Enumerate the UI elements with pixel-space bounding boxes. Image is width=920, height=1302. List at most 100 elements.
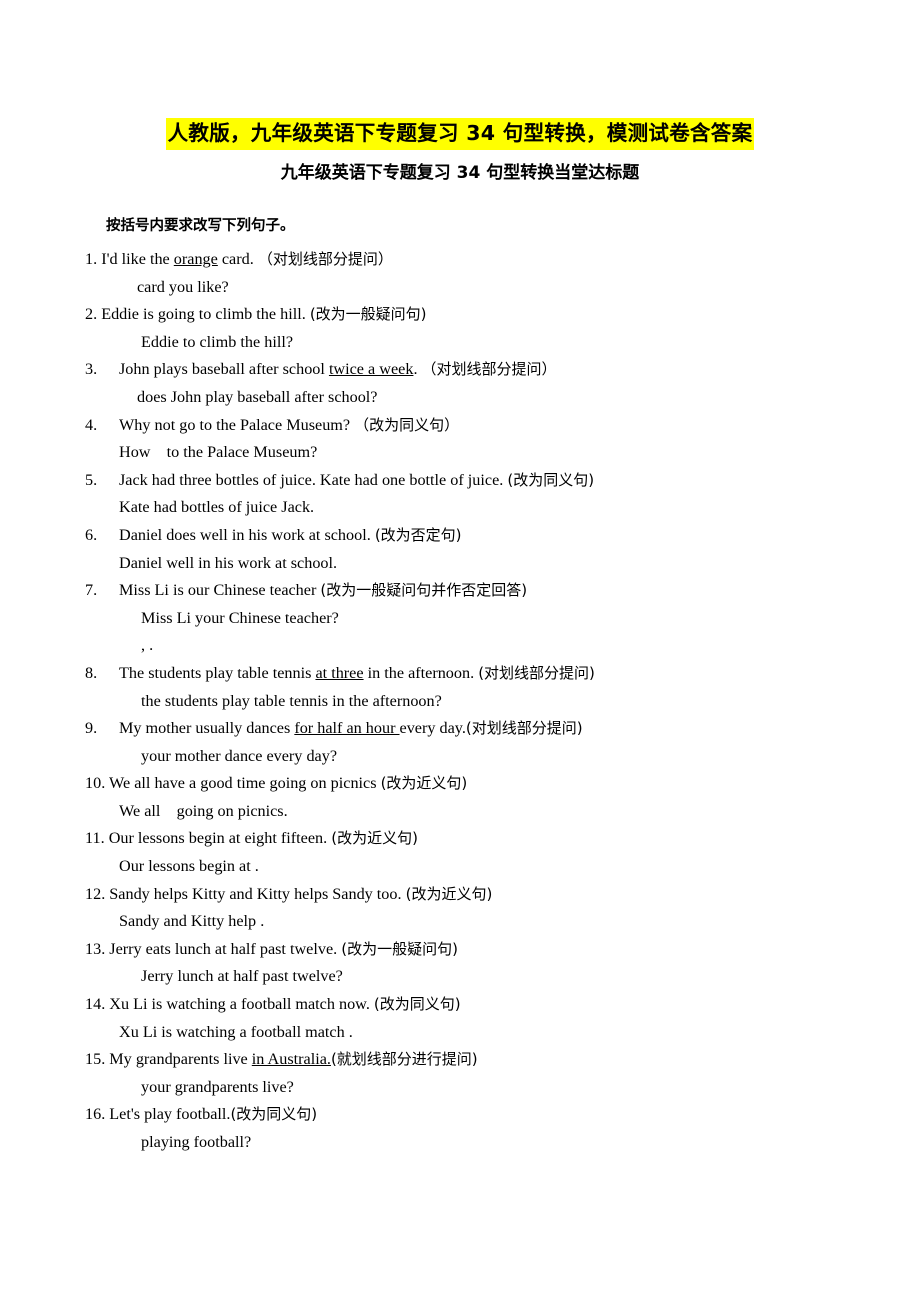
question-text-14: Xu Li is watching a football match now. xyxy=(109,995,374,1014)
answer-line-16: playing football? xyxy=(85,1129,875,1157)
answer-line-10: We all going on picnics. xyxy=(85,798,875,826)
subtitle-container: 九年级英语下专题复习 34 句型转换当堂达标题 xyxy=(0,161,920,185)
question-text-13: Jerry eats lunch at half past twelve. xyxy=(109,939,342,958)
answer-punct-7a: , xyxy=(141,636,146,655)
title-container: 人教版，九年级英语下专题复习 34 句型转换，模测试卷含答案 xyxy=(0,118,920,150)
question-text-4: Why not go to the Palace Museum? xyxy=(119,415,351,434)
question-number-15: 15. xyxy=(85,1050,106,1069)
answer-text-7: Miss Li your Chinese teacher? xyxy=(141,608,339,627)
answer-text-11a: Our lessons begin at xyxy=(119,857,251,876)
question-underlined-1: orange xyxy=(173,250,218,268)
answer-text-10b: going on picnics. xyxy=(176,801,288,820)
answer-text-14b: . xyxy=(348,1022,353,1041)
question-underlined-15: in Australia. xyxy=(251,1050,331,1069)
answer-line-1: card you like? xyxy=(85,274,875,302)
answer-text-15: your grandparents live? xyxy=(141,1077,294,1096)
answer-text-3: does John play baseball after school? xyxy=(137,387,378,406)
question-text-3a: John plays baseball after school xyxy=(119,360,329,379)
answer-line-2: Eddie to climb the hill? xyxy=(85,329,875,357)
question-text-9a: My mother usually dances xyxy=(119,719,295,738)
question-number-1: 1. xyxy=(85,250,98,268)
answer-text-2b: to climb the hill? xyxy=(182,332,294,351)
question-number-16: 16. xyxy=(85,1105,106,1124)
page-title: 人教版，九年级英语下专题复习 34 句型转换，模测试卷含答案 xyxy=(165,118,755,150)
answer-text-6b: well in his work at school. xyxy=(166,553,338,572)
question-stem-2: 2. Eddie is going to climb the hill. (改为… xyxy=(85,301,875,329)
answer-text-10a: We all xyxy=(119,801,161,820)
question-note-4: （改为同义句） xyxy=(354,415,460,434)
question-note-10: (改为近义句) xyxy=(380,774,468,793)
question-text-1a: I'd like the xyxy=(101,250,174,268)
question-text-6: Daniel does well in his work at school. xyxy=(119,525,371,544)
question-note-8: (对划线部分提问) xyxy=(478,663,595,682)
question-stem-8: 8. The students play table tennis at thre… xyxy=(85,660,875,688)
answer-line-11: Our lessons begin at . xyxy=(85,853,875,881)
question-note-12: (改为近义句) xyxy=(405,884,493,903)
question-text-2: Eddie is going to climb the hill. xyxy=(101,305,306,324)
answer-text-16: playing football? xyxy=(141,1133,252,1151)
question-note-16: (改为同义句) xyxy=(230,1105,318,1124)
question-number-4: 4. xyxy=(85,415,98,434)
instruction-heading: 按括号内要求改写下列句子。 xyxy=(106,218,295,234)
answer-line-4: How to the Palace Museum? xyxy=(85,439,875,467)
answer-line-14: Xu Li is watching a football match . xyxy=(85,1019,875,1047)
question-text-8a: The students play table tennis xyxy=(119,663,316,682)
document-page: 人教版，九年级英语下专题复习 34 句型转换，模测试卷含答案 九年级英语下专题复… xyxy=(0,0,920,1302)
question-number-6: 6. xyxy=(85,525,98,544)
questions-list: 1. I'd like the orange card. （对划线部分提问） c… xyxy=(85,246,875,1157)
question-text-1b: card. xyxy=(217,250,254,268)
answer-text-12a: Sandy and Kitty help xyxy=(119,912,257,931)
answer-line-15: your grandparents live? xyxy=(85,1074,875,1102)
answer-text-4b: to the Palace Museum? xyxy=(166,443,318,462)
question-number-5: 5. xyxy=(85,470,98,489)
question-note-7: (改为一般疑问句并作否定回答) xyxy=(320,581,528,600)
question-stem-4: 4. Why not go to the Palace Museum? （改为同义… xyxy=(85,412,875,440)
answer-line-8: the students play table tennis in the af… xyxy=(85,688,875,716)
answer-text-4a: How xyxy=(119,443,151,462)
answer-text-5c: Jack. xyxy=(281,498,315,517)
question-stem-14: 14. Xu Li is watching a football match n… xyxy=(85,991,875,1019)
question-text-7: Miss Li is our Chinese teacher xyxy=(119,581,321,600)
question-number-9: 9. xyxy=(85,719,98,738)
question-text-12: Sandy helps Kitty and Kitty helps Sandy … xyxy=(109,884,406,903)
question-number-11: 11. xyxy=(85,829,105,848)
answer-line-7a: Miss Li your Chinese teacher? xyxy=(85,605,875,633)
answer-text-13a: Jerry xyxy=(141,967,174,986)
answer-line-5: Kate had bottles of juice Jack. xyxy=(85,494,875,522)
question-stem-7: 7. Miss Li is our Chinese teacher (改为一般疑问… xyxy=(85,577,875,605)
answer-text-12b: . xyxy=(260,912,265,931)
answer-text-6a: Daniel xyxy=(119,553,163,572)
answer-text-5a: Kate had xyxy=(119,498,177,517)
question-stem-13: 13. Jerry eats lunch at half past twelve… xyxy=(85,936,875,964)
question-note-11: (改为近义句) xyxy=(331,829,418,848)
answer-text-1a: card xyxy=(137,277,165,296)
question-text-3b: . xyxy=(413,360,418,379)
question-stem-1: 1. I'd like the orange card. （对划线部分提问） xyxy=(85,246,875,274)
question-note-9: (对划线部分提问) xyxy=(465,719,583,738)
question-underlined-9: for half an hour xyxy=(294,719,400,738)
question-stem-5: 5. Jack had three bottles of juice. Kate … xyxy=(85,467,875,495)
question-number-3: 3. xyxy=(85,360,98,379)
question-stem-12: 12. Sandy helps Kitty and Kitty helps Sa… xyxy=(85,881,875,909)
question-underlined-8: at three xyxy=(315,663,364,682)
question-stem-6: 6. Daniel does well in his work at school… xyxy=(85,522,875,550)
question-note-3: （对划线部分提问） xyxy=(421,360,557,379)
answer-line-3: does John play baseball after school? xyxy=(85,384,875,412)
question-note-2: (改为一般疑问句) xyxy=(309,305,427,324)
question-number-14: 14. xyxy=(85,995,106,1014)
question-stem-9: 9. My mother usually dances for half an h… xyxy=(85,715,875,743)
answer-text-14a: Xu Li is watching a football match xyxy=(119,1022,345,1041)
answer-text-1b: you like? xyxy=(168,277,229,296)
answer-text-11b: . xyxy=(254,857,259,876)
answer-text-8: the students play table tennis in the af… xyxy=(141,691,442,710)
answer-line-9: your mother dance every day? xyxy=(85,743,875,771)
question-text-8b: in the afternoon. xyxy=(363,663,475,682)
answer-line-7b: , . xyxy=(85,632,875,660)
answer-text-13b: lunch at half past twelve? xyxy=(177,967,343,986)
answer-text-5b: bottles of juice xyxy=(181,498,278,517)
question-stem-15: 15. My grandparents live in Australia.(就… xyxy=(85,1046,875,1074)
question-note-13: (改为一般疑问句) xyxy=(341,939,458,958)
question-text-16: Let's play football. xyxy=(109,1105,231,1124)
question-underlined-3: twice a week xyxy=(328,360,414,379)
question-number-7: 7. xyxy=(85,581,98,600)
